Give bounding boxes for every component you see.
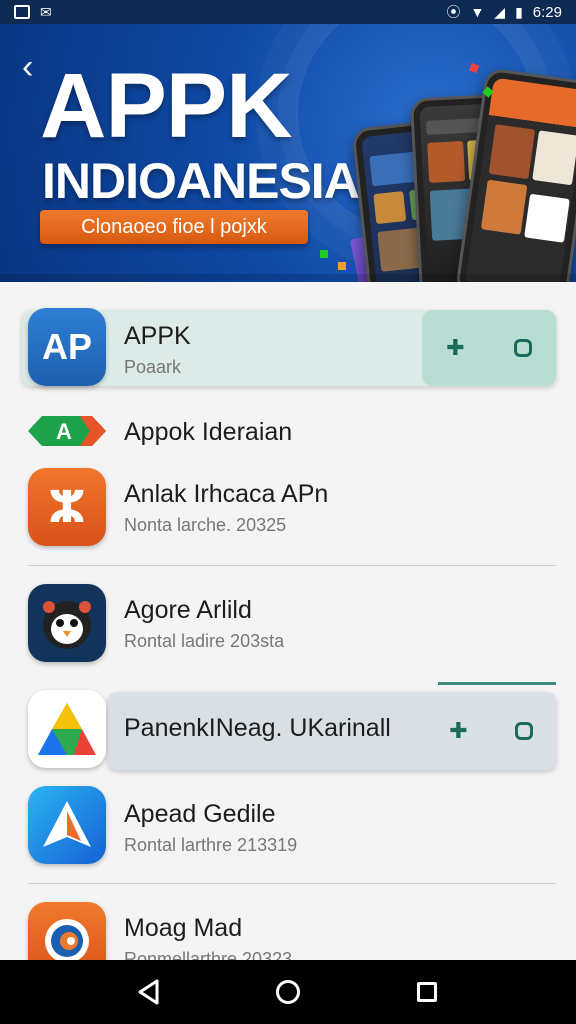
- app-name: PanenkINeag. UKarinall: [124, 714, 391, 742]
- extension-button[interactable]: ✚: [441, 713, 477, 749]
- list-item-text: Moag Mad Ronmellarthre 20323: [124, 914, 292, 960]
- app-icon-panenk[interactable]: [28, 690, 106, 768]
- puzzle-icon: ✚: [446, 335, 465, 360]
- app-name: Apead Gedile: [124, 800, 276, 828]
- app-name: Anlak Irhcaca APn: [124, 480, 329, 508]
- app-subtitle: Poaark: [124, 357, 182, 377]
- location-icon: ⦿: [446, 4, 461, 20]
- nav-recents-button[interactable]: [407, 972, 447, 1012]
- banner-cta-button[interactable]: Clonaoeo fioe l pojxk: [40, 210, 308, 244]
- back-icon: [138, 979, 159, 1005]
- confetti-decoration: [320, 250, 328, 258]
- status-bar: ✉ ⦿ ▼ ◢ ▮ 6:29: [0, 0, 576, 24]
- puzzle-icon: ✚: [449, 718, 468, 743]
- banner-divider: [0, 274, 576, 282]
- list-item-text: APPK Poaark: [124, 322, 191, 378]
- row-actions: ✚: [426, 692, 556, 770]
- app-name: Moag Mad: [124, 914, 243, 942]
- home-icon: [275, 980, 300, 1004]
- app-icon-label: ⵣ: [48, 482, 86, 532]
- status-right: ⦿ ▼ ◢ ▮ 6:29: [446, 4, 562, 21]
- app-logo-letter: A: [56, 419, 72, 444]
- wifi-icon: ▼: [470, 4, 485, 20]
- app-subtitle: Rontal larthre 213319: [124, 835, 298, 855]
- status-left: ✉: [14, 5, 52, 19]
- battery-icon: ▮: [515, 4, 523, 20]
- triangle-logo-icon: [38, 703, 96, 755]
- square-icon: [514, 722, 533, 740]
- row-actions: ✚: [422, 310, 556, 386]
- list-item-text: Agore Arlild Rontal ladire 203sta: [124, 596, 284, 652]
- nav-home-button[interactable]: [268, 972, 308, 1012]
- gallery-icon: [14, 5, 30, 19]
- list-item-text: Apead Gedile Rontal larthre 213319: [124, 800, 297, 856]
- list-item-text: PanenkINeag. UKarinall: [124, 714, 391, 743]
- app-logo-icon: A: [28, 414, 106, 448]
- app-name: APPK: [124, 322, 191, 350]
- app-name: Appok Ideraian: [124, 418, 293, 446]
- banner-subtitle: INDIOANESIA: [42, 153, 360, 209]
- app-icon-moag[interactable]: [28, 902, 106, 960]
- divider: [28, 565, 556, 566]
- nav-back-button[interactable]: [129, 972, 169, 1012]
- list-item-text: Anlak Irhcaca APn Nonta larche. 20325: [124, 480, 328, 536]
- back-button[interactable]: ‹: [22, 50, 33, 84]
- divider: [28, 883, 556, 884]
- signal-icon: ◢: [494, 4, 506, 20]
- install-button[interactable]: [506, 713, 542, 749]
- selection-indicator: [438, 682, 556, 685]
- app-icon-agore[interactable]: [28, 584, 106, 662]
- arrow-logo-icon: [43, 801, 91, 847]
- app-icon-anlak[interactable]: ⵣ: [28, 468, 106, 546]
- app-icon-appk[interactable]: AP: [28, 308, 106, 386]
- recents-icon: [416, 982, 437, 1002]
- header-banner: ‹ APPK INDIOANESIA Clonaoeo fioe l pojxk: [0, 24, 576, 282]
- penguin-icon: [43, 601, 91, 649]
- list-item[interactable]: A Appok Ideraian: [0, 406, 576, 458]
- square-icon: [513, 339, 532, 357]
- navigation-bar: [0, 960, 576, 1024]
- app-icon-label: AP: [41, 326, 92, 367]
- banner-title: APPK: [40, 55, 293, 157]
- install-button[interactable]: [505, 330, 541, 366]
- app-subtitle: Rontal ladire 203sta: [124, 631, 285, 651]
- extension-button[interactable]: ✚: [438, 330, 474, 366]
- app-subtitle: Ronmellarthre 20323: [124, 949, 293, 960]
- status-time: 6:29: [532, 3, 562, 21]
- confetti-decoration: [338, 262, 346, 270]
- app-name: Agore Arlild: [124, 596, 252, 624]
- message-icon: ✉: [40, 4, 52, 20]
- app-list[interactable]: ✚ AP APPK Poaark A Appok Ideraian ⵣ Anla…: [0, 282, 576, 960]
- app-subtitle: Nonta larche. 20325: [124, 515, 287, 535]
- list-item-text: Appok Ideraian: [124, 418, 292, 447]
- app-icon-apead[interactable]: [28, 786, 106, 864]
- swirl-icon: [45, 919, 89, 960]
